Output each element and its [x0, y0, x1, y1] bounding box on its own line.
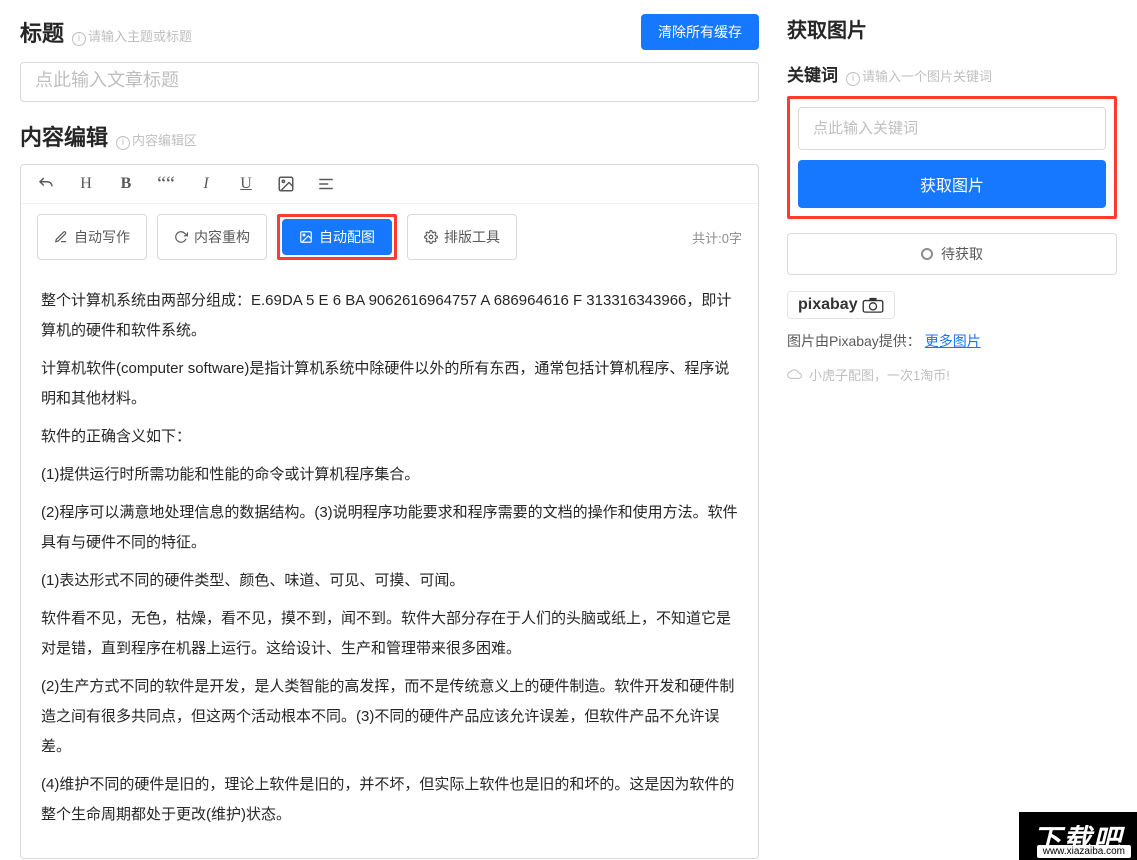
pending-button[interactable]: 待获取: [787, 233, 1117, 275]
content-paragraph: (1)表达形式不同的硬件类型、颜色、味道、可见、可摸、可闻。: [41, 566, 738, 596]
restructure-button[interactable]: 内容重构: [157, 214, 267, 260]
more-images-link[interactable]: 更多图片: [925, 333, 981, 349]
auto-image-button[interactable]: 自动配图: [282, 219, 392, 255]
title-sub: 请输入主题或标题: [88, 29, 192, 44]
quote-icon[interactable]: ““: [157, 175, 175, 193]
title-section-header: 标题 i请输入主题或标题 清除所有缓存: [20, 14, 759, 50]
article-title-input[interactable]: [20, 62, 759, 102]
camera-icon: [862, 297, 884, 313]
content-paragraph: 软件看不见，无色，枯燥，看不见，摸不到，闻不到。软件大部分存在于人们的头脑或纸上…: [41, 604, 738, 664]
auto-image-highlight: 自动配图: [277, 214, 397, 260]
content-paragraph: (2)程序可以满意地处理信息的数据结构。(3)说明程序功能要求和程序需要的文档的…: [41, 498, 738, 558]
provider-line: 图片由Pixabay提供： 更多图片: [787, 331, 1117, 351]
tip-line: 小虎子配图，一次1淘币!: [787, 365, 1117, 384]
content-paragraph: 计算机软件(computer software)是指计算机系统中除硬件以外的所有…: [41, 354, 738, 414]
undo-icon[interactable]: [37, 175, 55, 193]
layout-tool-button[interactable]: 排版工具: [407, 214, 517, 260]
image-icon[interactable]: [277, 175, 295, 193]
editor-content[interactable]: 整个计算机系统由两部分组成：E.69DA 5 E 6 BA 9062616964…: [21, 270, 758, 858]
keyword-label: 关键词: [787, 61, 838, 86]
content-sub: 内容编辑区: [132, 133, 197, 148]
italic-icon[interactable]: I: [197, 175, 215, 193]
content-paragraph: 软件的正确含义如下：: [41, 422, 738, 452]
clear-cache-button[interactable]: 清除所有缓存: [641, 14, 759, 50]
action-toolbar: 自动写作 内容重构 自动配图 排版工具: [21, 204, 758, 270]
content-paragraph: (4)维护不同的硬件是旧的，理论上软件是旧的，并不坏，但实际上软件也是旧的和坏的…: [41, 770, 738, 830]
watermark-url: www.xiazaiba.com: [1037, 845, 1131, 858]
title-label: 标题: [20, 16, 64, 48]
info-icon: i: [116, 136, 130, 150]
editor-box: H B ““ I U 自动写作: [20, 164, 759, 859]
pixabay-badge: pixabay: [787, 291, 895, 319]
content-paragraph: (2)生产方式不同的软件是开发，是人类智能的高发挥，而不是传统意义上的硬件制造。…: [41, 672, 738, 762]
circle-icon: [921, 248, 933, 260]
heading-icon[interactable]: H: [77, 175, 95, 193]
content-paragraph: (1)提供运行时所需功能和性能的命令或计算机程序集合。: [41, 460, 738, 490]
info-icon: i: [846, 72, 860, 86]
keyword-input[interactable]: [798, 107, 1106, 150]
content-paragraph: 整个计算机系统由两部分组成：E.69DA 5 E 6 BA 9062616964…: [41, 286, 738, 346]
align-left-icon[interactable]: [317, 175, 335, 193]
content-label: 内容编辑: [20, 120, 108, 152]
cloud-icon: [787, 369, 803, 381]
keyword-sub: 请输入一个图片关键词: [862, 69, 992, 84]
fetch-image-title: 获取图片: [787, 14, 1117, 43]
word-count: 共计:0字: [692, 228, 742, 247]
bold-icon[interactable]: B: [117, 175, 135, 193]
underline-icon[interactable]: U: [237, 175, 255, 193]
format-toolbar: H B ““ I U: [21, 165, 758, 204]
info-icon: i: [72, 32, 86, 46]
fetch-image-button[interactable]: 获取图片: [798, 160, 1106, 208]
auto-write-button[interactable]: 自动写作: [37, 214, 147, 260]
keyword-highlight-box: 获取图片: [787, 96, 1117, 219]
